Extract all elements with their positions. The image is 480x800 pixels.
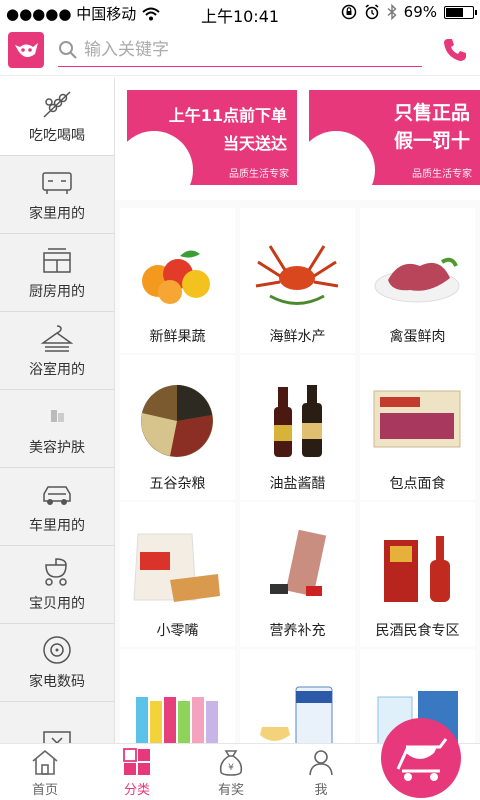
banner-tagline: 品质生活专家	[229, 169, 289, 180]
category-grid: 新鲜果蔬 海鲜水产 禽蛋鲜肉 五谷杂粮 油盐酱醋 包点面食 小零嘴 营养补充 民…	[115, 200, 480, 743]
sidebar-item-baby[interactable]: 宝贝用的	[0, 546, 114, 624]
tab-rewards[interactable]: ¥ 有奖	[196, 748, 266, 800]
banner-headline: 只售正品	[393, 102, 470, 124]
promo-banner-authentic[interactable]: 只售正品 假一罚十 品质生活专家	[309, 90, 480, 185]
banner-tagline: 品质生活专家	[412, 169, 472, 180]
tab-home[interactable]: 首页	[10, 748, 80, 800]
category-snacks[interactable]: 小零嘴	[120, 502, 235, 647]
sidebar-item-label: 吃吃喝喝	[29, 127, 85, 144]
category-milk-powder[interactable]	[240, 649, 355, 743]
tab-me[interactable]: 我	[286, 748, 356, 800]
category-fruit-veg[interactable]: 新鲜果蔬	[120, 208, 235, 353]
sidebar-item-food[interactable]: 吃吃喝喝	[0, 78, 114, 156]
tv-cabinet-icon	[42, 171, 72, 194]
sidebar-item-ticket[interactable]	[0, 702, 114, 743]
rotation-lock-icon	[341, 4, 356, 20]
sidebar-item-label: 美容护肤	[29, 439, 85, 456]
supplement-icon	[270, 530, 327, 597]
alarm-icon	[365, 4, 379, 20]
category-name: 小零嘴	[156, 623, 199, 639]
search-icon	[59, 40, 77, 59]
soy-sauce-icon	[274, 385, 322, 457]
tab-label: 有奖	[217, 783, 244, 798]
milk-powder-icon	[260, 686, 333, 743]
sidebar-item-label: 宝贝用的	[29, 595, 85, 612]
grains-icon	[141, 385, 213, 457]
category-name: 新鲜果蔬	[149, 329, 206, 345]
category-grid-icon	[123, 748, 150, 775]
category-sidebar: 吃吃喝喝 家里用的 厨房用的 浴室用的 美容护肤 车里用的 宝贝用的 家电数码	[0, 78, 115, 743]
tab-label: 分类	[123, 783, 150, 798]
category-name: 禽蛋鲜肉	[389, 329, 446, 345]
category-meat-eggs[interactable]: 禽蛋鲜肉	[360, 208, 475, 353]
tab-category[interactable]: 分类	[102, 748, 172, 800]
battery-fill	[446, 7, 464, 17]
stroller-icon	[45, 557, 67, 586]
appliance-icon	[43, 635, 71, 664]
home-icon	[32, 749, 58, 775]
sidebar-item-label: 家里用的	[29, 205, 85, 222]
category-cocktails[interactable]	[120, 649, 235, 743]
battery-percent: 69%	[403, 3, 437, 21]
category-grains[interactable]: 五谷杂粮	[120, 355, 235, 500]
category-dumplings-noodles[interactable]: 包点面食	[360, 355, 475, 500]
phone-icon[interactable]	[442, 37, 468, 63]
ticket-icon	[43, 730, 71, 743]
skewer-icon	[43, 90, 71, 118]
category-nutrition[interactable]: 营养补充	[240, 502, 355, 647]
stove-icon	[43, 247, 71, 273]
cocktail-bottles-icon	[136, 697, 218, 743]
reward-bag-icon: ¥	[219, 750, 243, 776]
category-name: 包点面食	[389, 476, 446, 492]
status-icons: 69%	[341, 3, 477, 21]
banner-headline: 上午11点前下单	[168, 106, 287, 125]
status-bar: ●●●●● 中国移动 上午10:41 69%	[0, 0, 480, 26]
category-name: 营养补充	[269, 623, 326, 639]
crab-icon	[255, 245, 339, 305]
banner-cat-mascot	[309, 131, 375, 185]
cat-logo-icon	[15, 43, 38, 58]
liquor-icon	[384, 536, 450, 602]
sidebar-item-label: 浴室用的	[29, 361, 85, 378]
tab-label: 首页	[31, 783, 58, 798]
sidebar-item-kitchen[interactable]: 厨房用的	[0, 234, 114, 312]
banner-subline: 当天送达	[222, 134, 287, 153]
tab-label: 我	[314, 783, 328, 798]
sidebar-item-label: 车里用的	[29, 517, 85, 534]
sidebar-item-appliance[interactable]: 家电数码	[0, 624, 114, 702]
sidebar-item-bathroom[interactable]: 浴室用的	[0, 312, 114, 390]
car-icon	[43, 485, 71, 505]
category-name: 民酒民食专区	[375, 623, 460, 639]
category-seafood[interactable]: 海鲜水产	[240, 208, 355, 353]
promo-banner-delivery[interactable]: 上午11点前下单 当天送达 品质生活专家	[127, 90, 297, 185]
category-condiments[interactable]: 油盐酱醋	[240, 355, 355, 500]
meat-icon	[374, 257, 460, 303]
promo-banners: 上午11点前下单 当天送达 品质生活专家 只售正品 假一罚十 品质生活专家	[115, 78, 480, 196]
sidebar-item-home[interactable]: 家里用的	[0, 156, 114, 234]
bluetooth-icon	[387, 4, 397, 20]
svg-text:¥: ¥	[228, 763, 234, 773]
banner-cat-mascot	[127, 131, 193, 185]
search-bar[interactable]	[58, 33, 422, 67]
search-input[interactable]	[84, 39, 404, 60]
hanger-icon	[40, 324, 74, 352]
category-name: 海鲜水产	[269, 329, 326, 345]
category-name: 油盐酱醋	[269, 476, 326, 492]
category-folk-liquor[interactable]: 民酒民食专区	[360, 502, 475, 647]
cart-fab-button[interactable]	[376, 717, 466, 799]
dumpling-box-icon	[373, 390, 461, 448]
category-name: 五谷杂粮	[149, 476, 206, 492]
search-header	[0, 24, 480, 76]
cosmetics-icon	[51, 409, 64, 422]
banner-subline: 假一罚十	[393, 130, 470, 152]
battery-icon	[444, 5, 477, 19]
user-icon	[309, 750, 333, 776]
sidebar-item-car[interactable]: 车里用的	[0, 468, 114, 546]
sidebar-item-beauty[interactable]: 美容护肤	[0, 390, 114, 468]
sidebar-item-label: 家电数码	[29, 673, 85, 690]
app-logo[interactable]	[8, 32, 44, 68]
sidebar-item-label: 厨房用的	[29, 283, 85, 300]
fruit-icon	[142, 250, 210, 304]
snack-icon	[133, 533, 220, 602]
